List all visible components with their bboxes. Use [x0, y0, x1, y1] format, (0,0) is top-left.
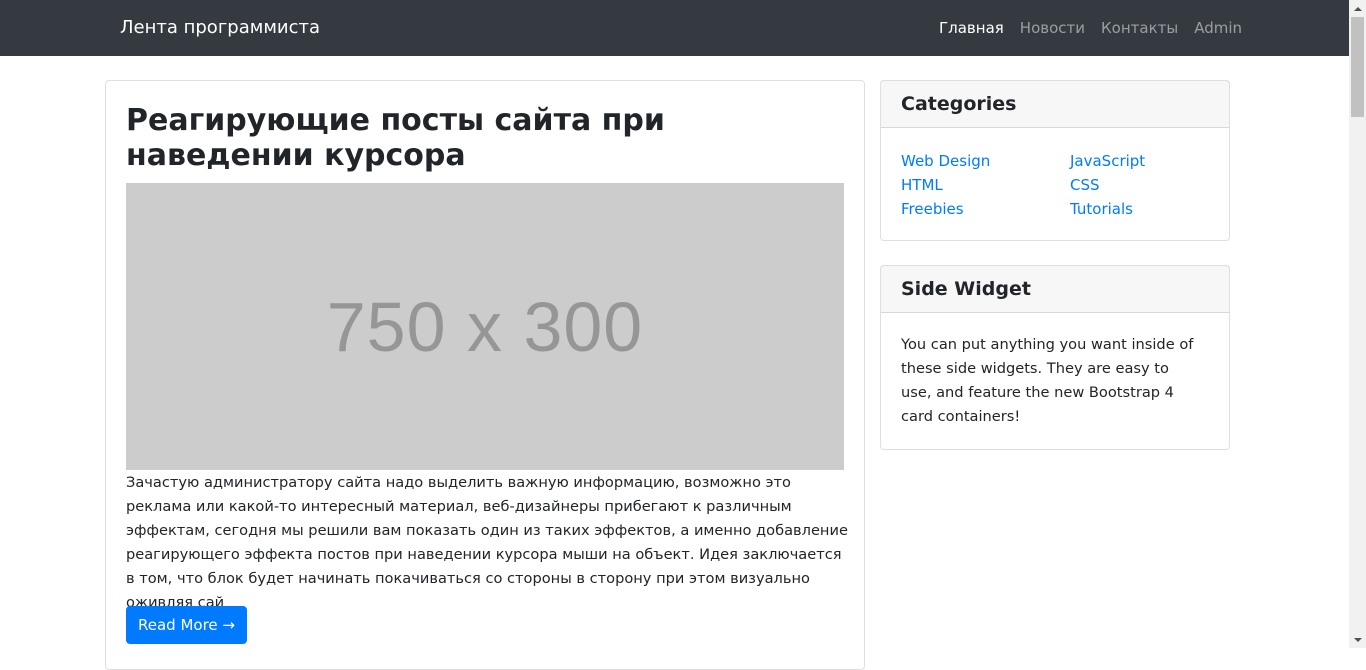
side-widget-header: Side Widget — [881, 266, 1229, 313]
side-widget-card: Side Widget You can put anything you wan… — [880, 265, 1230, 450]
scrollbar-thumb[interactable] — [1351, 17, 1364, 117]
post-excerpt: Зачастую администратору сайта надо выдел… — [126, 474, 848, 611]
navbar: Лента программиста Главная Новости Конта… — [0, 0, 1349, 56]
category-link-web-design[interactable]: Web Design — [901, 149, 990, 173]
post-image: 750 x 300 — [126, 183, 844, 470]
nav-links: Главная Новости Контакты Admin — [931, 16, 1250, 40]
category-link-css[interactable]: CSS — [1070, 173, 1100, 197]
nav-link-contacts[interactable]: Контакты — [1093, 16, 1186, 40]
nav-link-news[interactable]: Новости — [1012, 16, 1093, 40]
category-link-html[interactable]: HTML — [901, 173, 943, 197]
scroll-down-arrow-icon[interactable] — [1349, 631, 1366, 648]
navbar-brand[interactable]: Лента программиста — [120, 16, 320, 40]
scroll-up-arrow-icon[interactable] — [1349, 0, 1366, 17]
category-link-javascript[interactable]: JavaScript — [1070, 149, 1145, 173]
nav-link-home[interactable]: Главная — [931, 16, 1012, 40]
post-card: Реагирующие посты сайта при наведении ку… — [105, 80, 865, 670]
categories-card: Categories Web Design JavaScript HTML CS… — [880, 80, 1230, 241]
read-more-button[interactable]: Read More → — [126, 606, 247, 644]
post-title: Реагирующие посты сайта при наведении ку… — [126, 103, 665, 173]
page-scrollbar[interactable] — [1349, 0, 1366, 648]
side-widget-text: You can put anything you want inside of … — [901, 336, 1194, 425]
category-link-freebies[interactable]: Freebies — [901, 197, 964, 221]
post-image-placeholder-label: 750 x 300 — [326, 287, 644, 366]
nav-link-admin[interactable]: Admin — [1186, 16, 1250, 40]
category-link-tutorials[interactable]: Tutorials — [1070, 197, 1133, 221]
categories-header: Categories — [881, 81, 1229, 128]
